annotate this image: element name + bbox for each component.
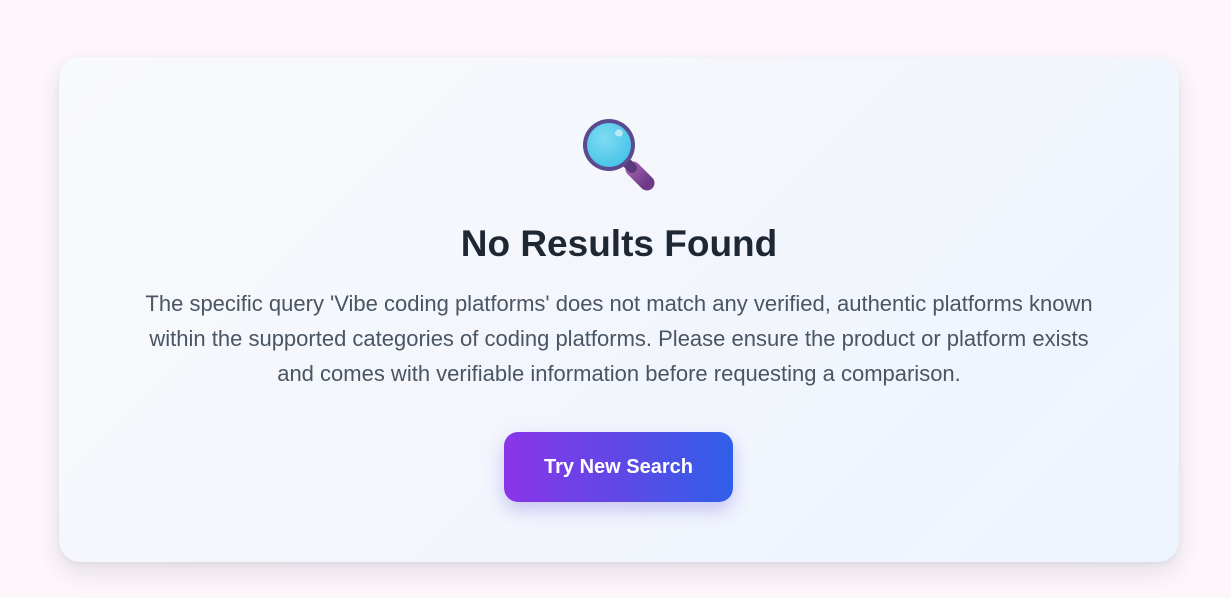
magnifying-glass-icon	[579, 113, 659, 193]
no-results-message: The specific query 'Vibe coding platform…	[145, 291, 1093, 386]
page-title: No Results Found	[460, 223, 778, 264]
page: No Results Found The specific query 'Vib…	[0, 0, 1231, 598]
no-results-card: No Results Found The specific query 'Vib…	[59, 57, 1179, 562]
try-new-search-button[interactable]: Try New Search	[504, 432, 733, 502]
